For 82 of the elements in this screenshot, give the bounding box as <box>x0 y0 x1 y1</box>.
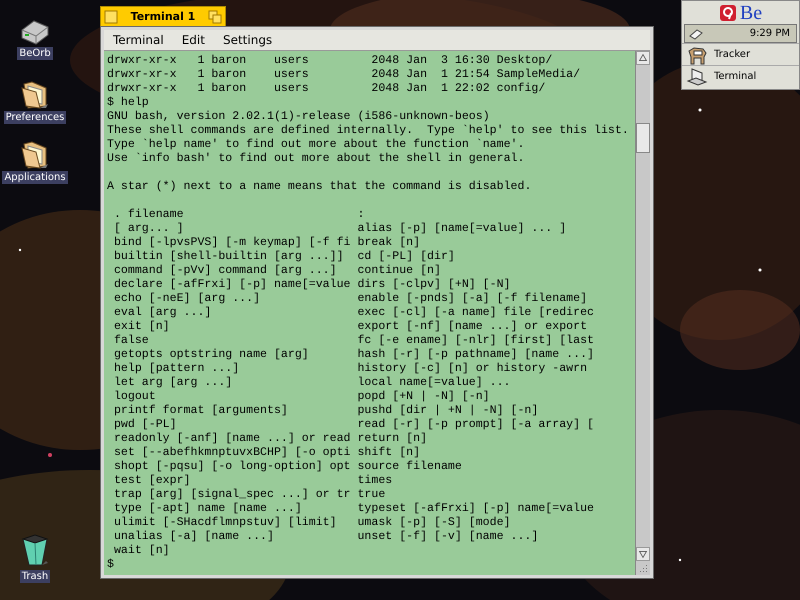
deskbar-item[interactable]: Terminal <box>682 65 799 87</box>
scroll-thumb[interactable] <box>636 123 650 153</box>
terminal-line: Type `help name' to find out more about the function `name'. <box>107 138 524 151</box>
help-entry: unalias [-a] [name ...] <box>114 530 274 543</box>
be-logo-icon[interactable] <box>718 4 737 22</box>
icon-label[interactable]: Applications <box>2 171 68 184</box>
help-entry: source filename <box>357 460 462 474</box>
help-entry: getopts optstring name [arg] <box>114 348 309 361</box>
zoom-icon[interactable] <box>208 10 222 24</box>
clock[interactable]: 9:29 PM <box>750 26 790 41</box>
terminal-line: drwxr-xr-x 1 baron users 2048 Jan 1 21:54 SampleMedia/ <box>107 68 580 81</box>
help-entry: readonly [-anf] [name ...] or read <box>114 432 351 445</box>
icon-label[interactable]: Trash <box>20 570 50 583</box>
help-entry: pwd [-PL] <box>114 418 177 431</box>
help-entry: : <box>357 208 364 222</box>
terminal-line: drwxr-xr-x 1 baron users 2048 Jan 3 16:30 Desktop/ <box>107 54 552 67</box>
help-entry: break [n] <box>357 236 420 250</box>
terminal-line: A star (*) next to a name means that the command is disabled. <box>107 180 532 193</box>
help-entry: typeset [-afFrxi] [-p] name[=value <box>357 502 594 516</box>
icon-label[interactable]: BeOrb <box>17 47 53 60</box>
help-entry: shift [n] <box>357 446 420 460</box>
help-entry: bind [-lpvsPVS] [-m keymap] [-f fi <box>114 236 351 249</box>
help-entry: history [-c] [n] or history -awrn <box>357 362 588 376</box>
help-entry: exit [n] <box>114 320 170 333</box>
terminal-line: GNU bash, version 2.02.1(1)-release (i586-unknown-beos) <box>107 110 490 123</box>
help-entry: ulimit [-SHacdflmnpstuv] [limit] <box>114 516 337 529</box>
window-title: Terminal 1 <box>130 8 196 25</box>
help-entry: alias [-p] [name[=value] ... ] <box>357 222 566 236</box>
help-entry: eval [arg ...] <box>114 306 212 319</box>
help-entry: true <box>357 488 386 502</box>
help-entry: wait [n] <box>114 544 170 557</box>
help-entry: fc [-e ename] [-nlr] [first] [last <box>357 334 594 348</box>
scroll-down-icon[interactable] <box>636 547 650 561</box>
help-entry: test [expr] <box>114 474 190 487</box>
menu-item[interactable]: Settings <box>214 31 282 49</box>
terminal-icon <box>686 66 708 86</box>
help-entry: return [n] <box>357 432 428 446</box>
window-tab[interactable]: Terminal 1 <box>100 6 226 27</box>
scroll-bar[interactable] <box>635 51 650 575</box>
help-entry: export [-nf] [name ...] or export <box>357 320 588 334</box>
help-entry: local name[=value] ... <box>357 376 511 390</box>
terminal-line: $ help <box>107 96 149 109</box>
help-entry: printf format [arguments] <box>114 404 288 417</box>
help-entry: exec [-cl] [-a name] file [redirec <box>357 306 594 320</box>
help-entry: . filename <box>114 208 184 221</box>
help-entry: pushd [dir | +N | -N] [-n] <box>357 404 538 418</box>
be-logo[interactable]: Be <box>740 2 762 22</box>
help-entry: popd [+N | -N] [-n] <box>357 390 490 404</box>
help-entry: let arg [arg ...] <box>114 376 232 389</box>
help-entry: umask [-p] [-S] [mode] <box>357 516 511 530</box>
help-entry: declare [-afFrxi] [-p] name[=value <box>114 278 351 291</box>
terminal-line: drwxr-xr-x 1 baron users 2048 Jan 1 22:02 config/ <box>107 82 546 95</box>
help-entry: false <box>114 334 149 347</box>
help-entry: [ arg... ] <box>114 222 184 235</box>
help-entry: hash [-r] [-p pathname] [name ...] <box>357 348 594 362</box>
help-entry: dirs [-clpv] [+N] [-N] <box>357 278 511 292</box>
help-entry: times <box>357 474 392 488</box>
terminal-line: These shell commands are defined internally. Type `help' to see this list. <box>107 124 629 137</box>
help-entry: builtin [shell-builtin [arg ...]] <box>114 250 344 263</box>
help-entry: read [-r] [-p prompt] [-a array] [ <box>357 418 594 432</box>
eraser-icon[interactable] <box>688 28 704 40</box>
icon-label[interactable]: Preferences <box>4 111 66 124</box>
help-entry: logout <box>114 390 156 403</box>
terminal-area[interactable] <box>104 51 635 575</box>
help-entry: enable [-pnds] [-a] [-f filename] <box>357 292 588 306</box>
deskbar-item[interactable]: Tracker <box>682 43 799 65</box>
help-entry: continue [n] <box>357 264 441 278</box>
close-icon[interactable] <box>104 10 118 24</box>
help-entry: cd [-PL] [dir] <box>357 250 455 264</box>
terminal-line: Use `info bash' to find out more about the shell in general. <box>107 152 524 165</box>
help-entry: type [-apt] name [name ...] <box>114 502 302 515</box>
menu-item[interactable]: Edit <box>172 31 214 49</box>
help-entry: command [-pVv] command [arg ...] <box>114 264 337 277</box>
shell-prompt: $ <box>107 558 114 571</box>
help-entry: echo [-neE] [arg ...] <box>114 292 260 305</box>
help-entry: set [--abefhkmnptuvxBCHP] [-o opti <box>114 446 351 459</box>
help-entry: unset [-f] [-v] [name ...] <box>357 530 538 544</box>
scroll-up-icon[interactable] <box>636 51 650 65</box>
help-entry: shopt [-pqsu] [-o long-option] opt <box>114 460 351 473</box>
menu-item[interactable]: Terminal <box>104 31 173 49</box>
help-entry: help [pattern ...] <box>114 362 240 375</box>
help-entry: trap [arg] [signal_spec ...] or tr <box>114 488 351 501</box>
